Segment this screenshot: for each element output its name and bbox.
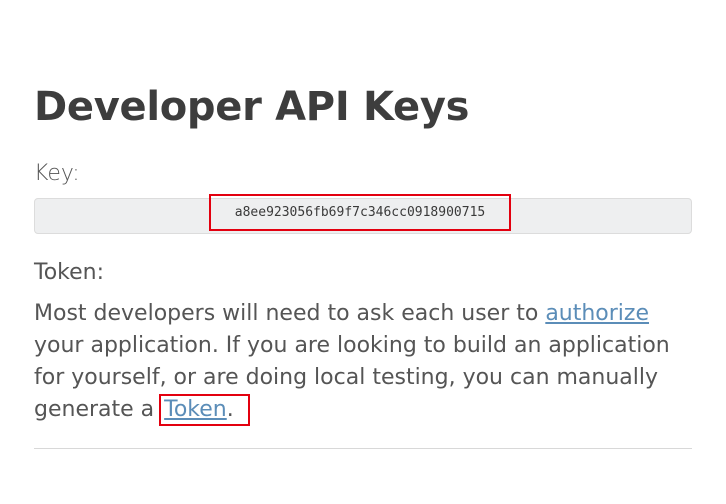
key-label: Key: bbox=[34, 161, 80, 186]
divider bbox=[34, 448, 692, 449]
token-link[interactable]: Token bbox=[164, 397, 227, 422]
token-description: Most developers will need to ask each us… bbox=[34, 298, 674, 426]
description-text-2: your application. If you are looking to … bbox=[34, 333, 670, 422]
key-highlight-box: a8ee923056fb69f7c346cc0918900715 bbox=[209, 194, 511, 231]
authorize-link[interactable]: authorize bbox=[545, 301, 649, 326]
token-highlight-box: Token. bbox=[159, 394, 250, 426]
description-text-3: . bbox=[226, 397, 234, 422]
api-key-value[interactable]: a8ee923056fb69f7c346cc0918900715 bbox=[235, 205, 485, 220]
description-text-1: Most developers will need to ask each us… bbox=[34, 301, 546, 326]
token-label: Token: bbox=[34, 260, 105, 285]
page-title: Developer API Keys bbox=[34, 84, 470, 130]
api-key-field[interactable]: a8ee923056fb69f7c346cc0918900715 bbox=[34, 194, 692, 234]
